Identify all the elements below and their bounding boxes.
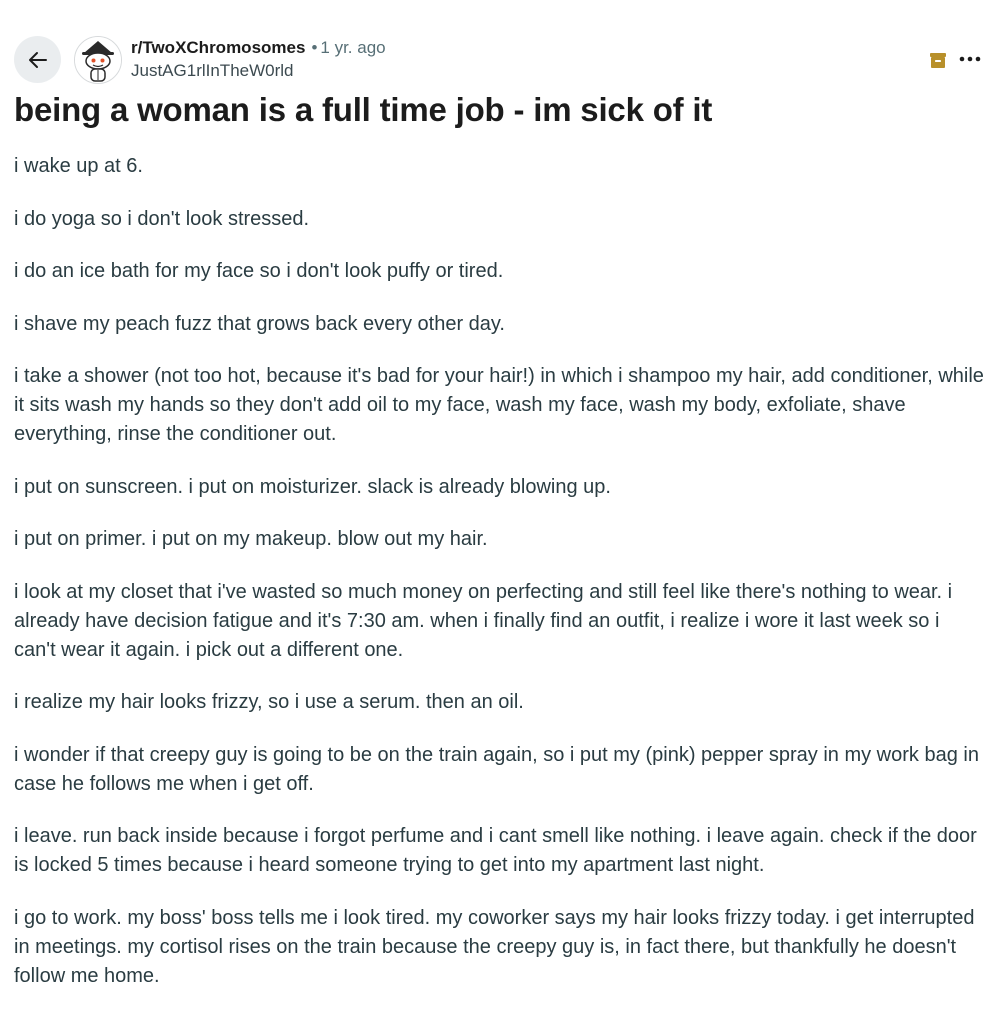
post-paragraph: i wonder if that creepy guy is going to … — [14, 743, 979, 795]
post-paragraph: i do an ice bath for my face so i don't … — [14, 260, 504, 282]
post-paragraph: i do yoga so i don't look stressed. — [14, 207, 310, 230]
post-title: being a woman is a full time job - im si… — [14, 91, 713, 128]
post-paragraph: i go to work. my boss' boss tells me i l… — [14, 906, 975, 987]
post-paragraph: i put on primer. i put on my makeup. blo… — [14, 528, 488, 550]
archive-box-icon — [930, 53, 946, 68]
post-paragraph: i put on sunscreen. i put on moisturizer… — [14, 475, 611, 498]
post-paragraph: i shave my peach fuzz that grows back ev… — [14, 312, 505, 335]
post-age: 1 yr. ago — [320, 38, 386, 57]
snoo-icon — [75, 37, 121, 83]
post-paragraph: i wake up at 6. — [14, 155, 143, 177]
back-button[interactable] — [14, 36, 61, 83]
post-paragraph: i look at my closet that i've wasted so … — [14, 580, 953, 661]
post-paragraph: i take a shower (not too hot, because it… — [14, 365, 984, 445]
subreddit-link[interactable]: r/TwoXChromosomes — [131, 38, 305, 57]
more-options-icon[interactable] — [958, 49, 982, 69]
post-paragraph: i realize my hair looks frizzy, so i use… — [14, 691, 524, 713]
meta-separator: • — [311, 38, 318, 57]
subreddit-avatar[interactable] — [74, 36, 122, 84]
post-meta: r/TwoXChromosomes • 1 yr. ago JustAG1rlInT… — [131, 37, 386, 82]
arrow-left-icon — [28, 51, 47, 68]
author-link[interactable]: JustAG1rlInTheW0rld — [131, 60, 386, 82]
post-body: i wake up at 6. i do yoga so i don't loo… — [14, 152, 986, 1014]
post-paragraph: i leave. run back inside because i forgo… — [14, 825, 977, 876]
